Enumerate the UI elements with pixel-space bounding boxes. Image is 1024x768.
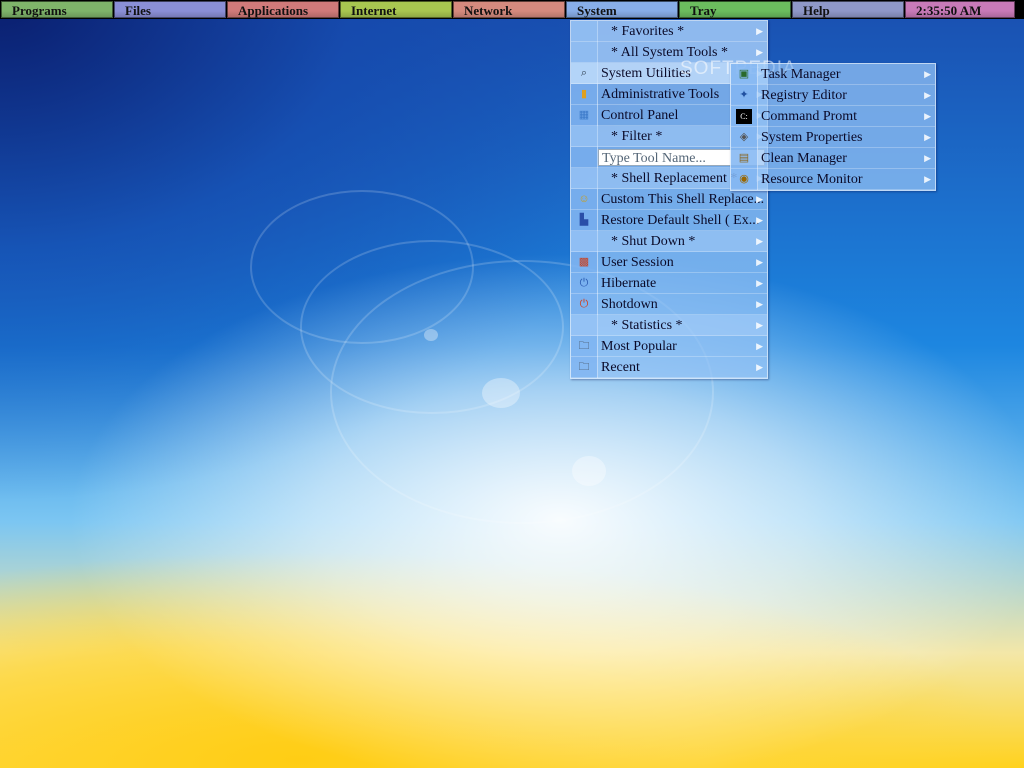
menu-item-label: System Utilities	[601, 66, 691, 81]
taskbar-button-tray[interactable]: Tray	[679, 1, 791, 18]
submenu-item-task-manager[interactable]: ▣ Task Manager ▶	[731, 64, 935, 85]
menu-item-label: System Properties	[761, 130, 863, 145]
wallpaper-orb	[572, 456, 606, 486]
menu-item-label: Control Panel	[601, 108, 679, 123]
registry-editor-icon: ✦	[739, 89, 749, 101]
submenu-item-resource-monitor[interactable]: ◉ Resource Monitor ▶	[731, 169, 935, 190]
menu-item-label: Shotdown	[601, 297, 658, 312]
menu-item-recent[interactable]: 🗀 Recent ▶	[571, 357, 767, 378]
custom-shell-icon: ☺	[578, 193, 590, 205]
submenu-arrow-icon: ▶	[924, 132, 931, 142]
submenu-arrow-icon: ▶	[756, 299, 763, 309]
submenu-arrow-icon: ▶	[756, 215, 763, 225]
menu-item-shotdown[interactable]: ⏻ Shotdown ▶	[571, 294, 767, 315]
submenu-item-registry-editor[interactable]: ✦ Registry Editor ▶	[731, 85, 935, 106]
menu-section-favorites: * Favorites * ▶	[571, 21, 767, 42]
menu-item-label: Registry Editor	[761, 88, 847, 103]
taskbar-button-network[interactable]: Network	[453, 1, 565, 18]
menu-item-label: Task Manager	[761, 67, 841, 82]
menu-item-label: Resource Monitor	[761, 172, 863, 187]
submenu-item-command-promt[interactable]: C: Command Promt ▶	[731, 106, 935, 127]
magnifier-icon: ⌕	[580, 67, 588, 79]
user-session-icon: ▩	[578, 256, 590, 268]
menu-item-user-session[interactable]: ▩ User Session ▶	[571, 252, 767, 273]
menu-item-restore-default-shell-ex[interactable]: ▙ Restore Default Shell ( Ex... ▶	[571, 210, 767, 231]
wallpaper-orb	[482, 378, 520, 408]
taskbar-button-programs[interactable]: Programs	[1, 1, 113, 18]
system-utilities-submenu: ▣ Task Manager ▶ ✦ Registry Editor ▶ C: Command…	[730, 63, 936, 191]
menu-item-hibernate[interactable]: ⏻ Hibernate ▶	[571, 273, 767, 294]
menu-item-most-popular[interactable]: 🗀 Most Popular ▶	[571, 336, 767, 357]
submenu-arrow-icon: ▶	[924, 111, 931, 121]
resource-monitor-icon: ◉	[739, 173, 749, 185]
taskbar-button-files[interactable]: Files	[114, 1, 226, 18]
taskbar-button-system[interactable]: System	[566, 1, 678, 18]
command-prompt-icon: C:	[736, 109, 752, 124]
taskbar-button-internet[interactable]: Internet	[340, 1, 452, 18]
submenu-item-clean-manager[interactable]: ▤ Clean Manager ▶	[731, 148, 935, 169]
menu-section-shut-down: * Shut Down * ▶	[571, 231, 767, 252]
menu-item-label: Most Popular	[601, 339, 677, 354]
clean-manager-icon: ▤	[738, 152, 750, 164]
submenu-arrow-icon: ▶	[924, 69, 931, 79]
menu-item-label: Administrative Tools	[601, 87, 720, 102]
submenu-arrow-icon: ▶	[756, 26, 763, 36]
submenu-arrow-icon: ▶	[756, 194, 763, 204]
folder-icon: 🗀	[578, 340, 590, 352]
folder-tools-icon: ▮	[580, 88, 588, 100]
shutdown-icon: ⏻	[579, 298, 589, 310]
menu-item-label: * Favorites *	[611, 24, 685, 39]
submenu-arrow-icon: ▶	[924, 153, 931, 163]
control-panel-icon: ▦	[578, 109, 590, 121]
folder-icon: 🗀	[578, 361, 590, 373]
menu-item-label: Custom This Shell Replace...	[601, 192, 765, 207]
menu-item-label: Recent	[601, 360, 640, 375]
submenu-arrow-icon: ▶	[756, 257, 763, 267]
task-manager-icon: ▣	[738, 68, 750, 80]
menu-item-label: Command Promt	[761, 109, 858, 124]
submenu-arrow-icon: ▶	[924, 90, 931, 100]
wallpaper-orb	[424, 329, 438, 341]
submenu-arrow-icon: ▶	[756, 341, 763, 351]
submenu-arrow-icon: ▶	[756, 278, 763, 288]
system-properties-icon: ◈	[739, 131, 749, 143]
taskbar-button-applications[interactable]: Applications	[227, 1, 339, 18]
taskbar-button-help[interactable]: Help	[792, 1, 904, 18]
restore-shell-icon: ▙	[579, 214, 589, 226]
taskbar-clock: 2:35:50 AM	[905, 1, 1015, 18]
menu-item-label: * Shut Down *	[611, 234, 696, 249]
hibernate-icon: ⏻	[579, 277, 589, 289]
menu-item-label: Restore Default Shell ( Ex...	[601, 213, 760, 228]
menu-item-custom-this-shell-replace[interactable]: ☺ Custom This Shell Replace... ▶	[571, 189, 767, 210]
menu-item-label: * Filter *	[611, 129, 663, 144]
submenu-arrow-icon: ▶	[756, 236, 763, 246]
menu-item-label: Clean Manager	[761, 151, 847, 166]
menu-item-label: User Session	[601, 255, 674, 270]
submenu-arrow-icon: ▶	[756, 362, 763, 372]
menu-item-label: * Shell Replacement *	[611, 171, 738, 186]
menu-section-statistics: * Statistics * ▶	[571, 315, 767, 336]
taskbar: Programs Files Applications Internet Net…	[0, 0, 1024, 19]
wallpaper-swirl	[300, 240, 564, 414]
menu-item-label: Hibernate	[601, 276, 657, 291]
submenu-arrow-icon: ▶	[924, 174, 931, 184]
submenu-item-system-properties[interactable]: ◈ System Properties ▶	[731, 127, 935, 148]
submenu-arrow-icon: ▶	[756, 320, 763, 330]
menu-item-label: * Statistics *	[611, 318, 683, 333]
